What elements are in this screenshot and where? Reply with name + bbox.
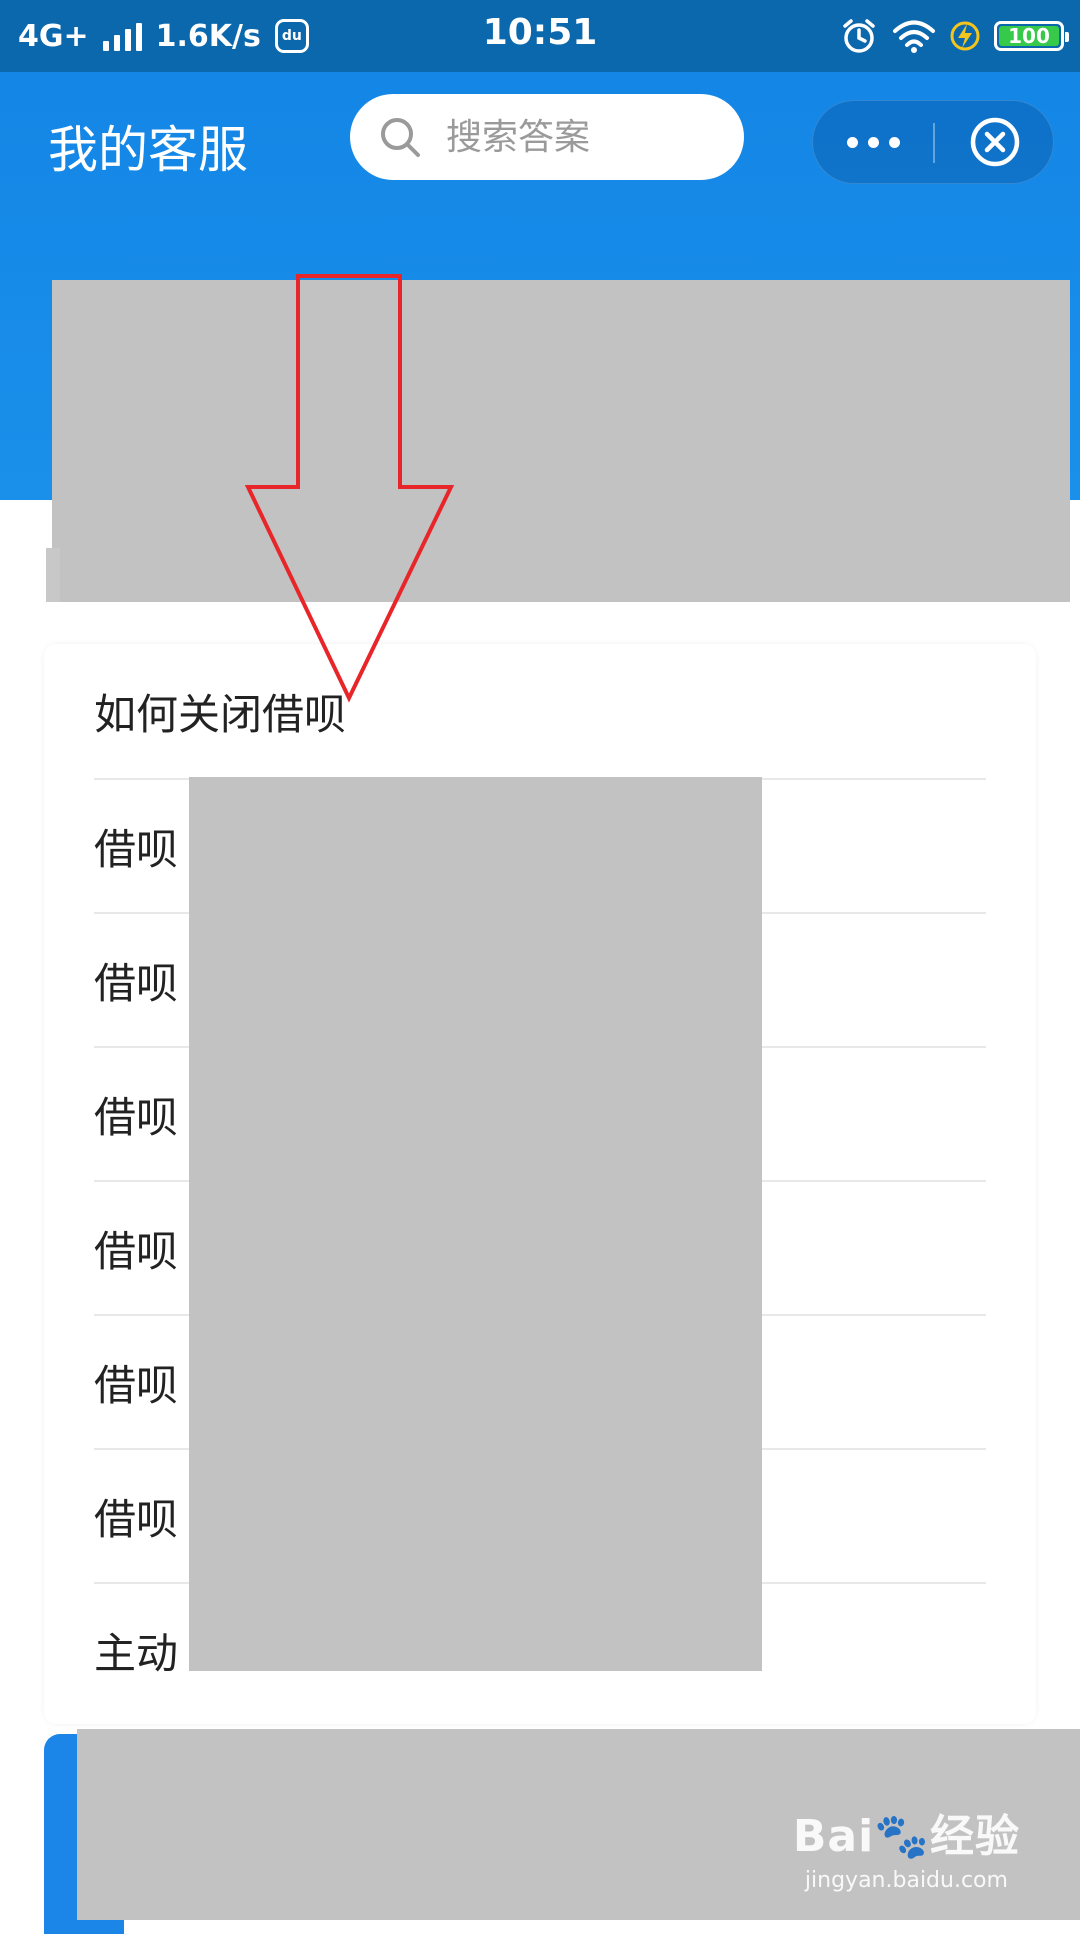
battery-level: 100 [1008, 24, 1050, 48]
watermark-url: jingyan.baidu.com [804, 1868, 1008, 1893]
question-label: 借呗 [94, 824, 179, 874]
paw-icon: 🐾 [874, 1811, 930, 1862]
redacted-area [189, 777, 762, 1671]
status-right: 100 [840, 14, 1069, 58]
search-input[interactable] [444, 115, 728, 159]
page-title: 我的客服 [48, 121, 248, 179]
wifi-icon [893, 20, 935, 53]
question-item[interactable]: 如何关闭借呗 [94, 644, 986, 778]
question-label: 借呗 [94, 1360, 179, 1410]
alarm-icon [843, 19, 875, 53]
watermark-text: Bai [792, 1811, 875, 1862]
dot-icon [846, 136, 858, 148]
watermark-logo: Bai🐾经验 [793, 1800, 1020, 1864]
dot-icon [867, 136, 879, 148]
dot-icon [888, 136, 900, 148]
close-icon [970, 117, 1020, 167]
battery-tip [1065, 32, 1069, 42]
baidu-watermark: Bai🐾经验 jingyan.baidu.com [793, 1800, 1020, 1893]
search-box[interactable] [350, 94, 744, 180]
question-label: 借呗 [94, 1494, 179, 1544]
question-label: 如何关闭借呗 [94, 689, 347, 739]
status-bar: 4G+ 1.6K/s du 10:51 100 [0, 0, 1080, 72]
question-label: 借呗 [94, 958, 179, 1008]
question-label: 借呗 [94, 1226, 179, 1276]
battery-icon: 100 [994, 21, 1069, 51]
close-button[interactable] [935, 101, 1055, 183]
watermark-brand: 经验 [930, 1811, 1020, 1862]
charging-icon [950, 21, 980, 51]
miniapp-capsule [812, 100, 1054, 184]
redacted-area [52, 280, 1070, 602]
more-button[interactable] [813, 101, 933, 183]
search-icon [381, 118, 420, 157]
question-label: 借呗 [94, 1092, 179, 1142]
question-label: 主动 [94, 1628, 179, 1678]
section-title-fragment [46, 548, 60, 602]
